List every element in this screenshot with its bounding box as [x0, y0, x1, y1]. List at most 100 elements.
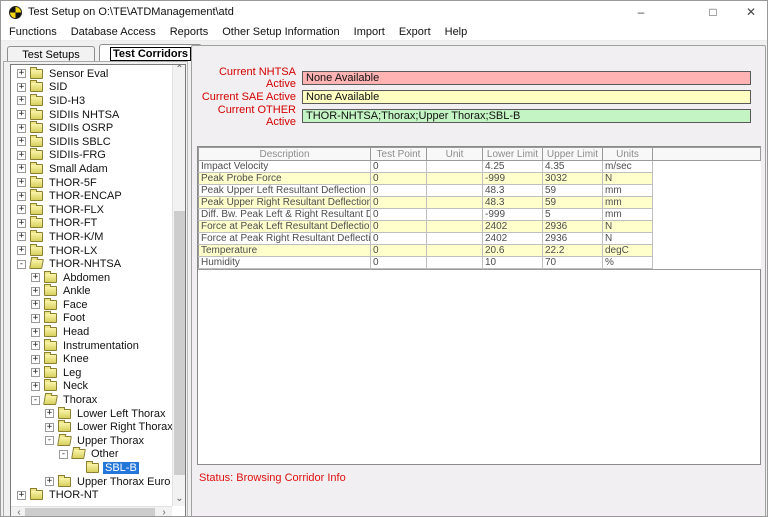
tree-item-head[interactable]: +Head	[11, 325, 172, 339]
tree-item-thor-flx[interactable]: +THOR-FLX	[11, 203, 172, 217]
tree-item-sidiis-nhtsa[interactable]: +SIDIIs NHTSA	[11, 108, 172, 122]
expand-plus-icon[interactable]: +	[31, 328, 40, 337]
column-header-upper-limit[interactable]: Upper Limit	[543, 148, 603, 161]
tree-item-knee[interactable]: +Knee	[11, 352, 172, 366]
tree-item-thor-k-m[interactable]: +THOR-K/M	[11, 230, 172, 244]
field-value-current-sae-active[interactable]: None Available	[302, 90, 751, 104]
collapse-minus-icon[interactable]: -	[17, 260, 26, 269]
field-value-current-other-active[interactable]: THOR-NHTSA;Thorax;Upper Thorax;SBL-B	[302, 109, 751, 123]
column-header-unit[interactable]: Unit	[427, 148, 483, 161]
tree-item-thor-nt[interactable]: +THOR-NT	[11, 488, 172, 502]
table-row[interactable]: Peak Probe Force0-9993032N	[199, 173, 761, 185]
tree-item-instrumentation[interactable]: +Instrumentation	[11, 339, 172, 353]
tree-horizontal-scrollbar[interactable]: ‹ ›	[11, 506, 172, 517]
table-row[interactable]: Force at Peak Right Resultant Deflection…	[199, 233, 761, 245]
tree-item-neck[interactable]: +Neck	[11, 380, 172, 394]
menu-item-help[interactable]: Help	[445, 26, 468, 38]
expand-plus-icon[interactable]: +	[17, 491, 26, 500]
expand-plus-icon[interactable]: +	[31, 341, 40, 350]
tree-item-thor-nhtsa[interactable]: -THOR-NHTSA	[11, 257, 172, 271]
tree-item-foot[interactable]: +Foot	[11, 312, 172, 326]
table-row[interactable]: Impact Velocity04.254.35m/sec	[199, 161, 761, 173]
expand-plus-icon[interactable]: +	[17, 178, 26, 187]
tree-item-thorax[interactable]: -Thorax	[11, 393, 172, 407]
table-row[interactable]: Peak Upper Left Resultant Deflection048.…	[199, 185, 761, 197]
tree-vertical-scrollbar[interactable]: ⌃ ⌄	[172, 65, 185, 506]
table-row[interactable]: Diff. Bw. Peak Left & Right Resultant De…	[199, 209, 761, 221]
tree-item-upper-thorax-euro-ncap[interactable]: +Upper Thorax Euro NCAP	[11, 475, 172, 489]
expand-plus-icon[interactable]: +	[17, 124, 26, 133]
tree-item-ankle[interactable]: +Ankle	[11, 285, 172, 299]
minimize-button[interactable]: –	[621, 1, 661, 23]
expand-plus-icon[interactable]: +	[31, 273, 40, 282]
expand-plus-icon[interactable]: +	[17, 192, 26, 201]
table-row[interactable]: Temperature020.622.2degC	[199, 245, 761, 257]
tree-item-thor-encap[interactable]: +THOR-ENCAP	[11, 189, 172, 203]
tree-item-sbl-b[interactable]: SBL-B	[11, 461, 172, 475]
expand-plus-icon[interactable]: +	[17, 205, 26, 214]
expand-plus-icon[interactable]: +	[31, 355, 40, 364]
tree-item-thor-5f[interactable]: +THOR-5F	[11, 176, 172, 190]
expand-plus-icon[interactable]: +	[45, 409, 54, 418]
column-header-test-point[interactable]: Test Point	[371, 148, 427, 161]
menu-item-export[interactable]: Export	[399, 26, 431, 38]
expand-plus-icon[interactable]: +	[31, 300, 40, 309]
expand-plus-icon[interactable]: +	[17, 110, 26, 119]
expand-plus-icon[interactable]: +	[17, 232, 26, 241]
tree-item-thor-lx[interactable]: +THOR-LX	[11, 244, 172, 258]
scroll-down-icon[interactable]: ⌄	[173, 494, 186, 506]
close-button[interactable]: ✕	[731, 1, 768, 23]
expand-plus-icon[interactable]: +	[31, 314, 40, 323]
tree-item-thor-ft[interactable]: +THOR-FT	[11, 217, 172, 231]
tree-item-lower-left-thorax[interactable]: +Lower Left Thorax	[11, 407, 172, 421]
expand-plus-icon[interactable]: +	[45, 477, 54, 486]
table-row[interactable]: Humidity01070%	[199, 257, 761, 269]
vertical-scroll-thumb[interactable]	[174, 211, 185, 476]
tree-item-sid[interactable]: +SID	[11, 81, 172, 95]
menu-item-import[interactable]: Import	[354, 26, 385, 38]
menu-item-database-access[interactable]: Database Access	[71, 26, 156, 38]
expand-plus-icon[interactable]: +	[31, 368, 40, 377]
tree-item-sidiis-sblc[interactable]: +SIDIIs SBLC	[11, 135, 172, 149]
expand-plus-icon[interactable]: +	[17, 151, 26, 160]
scroll-right-icon[interactable]: ›	[158, 507, 170, 517]
tree-item-small-adam[interactable]: +Small Adam	[11, 162, 172, 176]
expand-plus-icon[interactable]: +	[17, 83, 26, 92]
tree-item-other[interactable]: -Other	[11, 448, 172, 462]
column-header-description[interactable]: Description	[199, 148, 371, 161]
expand-plus-icon[interactable]: +	[17, 137, 26, 146]
expand-plus-icon[interactable]: +	[17, 164, 26, 173]
expand-plus-icon[interactable]: +	[17, 69, 26, 78]
tree-item-upper-thorax[interactable]: -Upper Thorax	[11, 434, 172, 448]
scroll-up-icon[interactable]: ⌃	[173, 65, 186, 77]
expand-plus-icon[interactable]: +	[17, 219, 26, 228]
tree-item-sidiis-osrp[interactable]: +SIDIIs OSRP	[11, 121, 172, 135]
expand-plus-icon[interactable]: +	[45, 423, 54, 432]
horizontal-scroll-thumb[interactable]	[25, 508, 155, 517]
tree-item-sidiis-frg[interactable]: +SIDIIs-FRG	[11, 149, 172, 163]
table-row[interactable]: Peak Upper Right Resultant Deflection048…	[199, 197, 761, 209]
menu-item-reports[interactable]: Reports	[170, 26, 209, 38]
expand-plus-icon[interactable]: +	[17, 96, 26, 105]
column-header-units[interactable]: Units	[603, 148, 653, 161]
tree-item-lower-right-thorax[interactable]: +Lower Right Thorax	[11, 420, 172, 434]
maximize-button[interactable]: □	[693, 1, 733, 23]
menu-item-other-setup-information[interactable]: Other Setup Information	[222, 26, 339, 38]
tree-item-abdomen[interactable]: +Abdomen	[11, 271, 172, 285]
tab-test-corridors[interactable]: Test Corridors	[99, 44, 202, 62]
scroll-left-icon[interactable]: ‹	[13, 507, 25, 517]
tree-item-leg[interactable]: +Leg	[11, 366, 172, 380]
tab-test-setups[interactable]: Test Setups	[7, 46, 95, 62]
field-value-current-nhtsa-active[interactable]: None Available	[302, 71, 751, 85]
menu-item-functions[interactable]: Functions	[9, 26, 57, 38]
tree-item-sensor-eval[interactable]: +Sensor Eval	[11, 67, 172, 81]
tree-item-sid-h3[interactable]: +SID-H3	[11, 94, 172, 108]
expand-plus-icon[interactable]: +	[31, 287, 40, 296]
collapse-minus-icon[interactable]: -	[31, 396, 40, 405]
expand-plus-icon[interactable]: +	[17, 246, 26, 255]
table-row[interactable]: Force at Peak Left Resultant Deflection0…	[199, 221, 761, 233]
expand-plus-icon[interactable]: +	[31, 382, 40, 391]
collapse-minus-icon[interactable]: -	[45, 436, 54, 445]
column-header-lower-limit[interactable]: Lower Limit	[483, 148, 543, 161]
tree-item-face[interactable]: +Face	[11, 298, 172, 312]
